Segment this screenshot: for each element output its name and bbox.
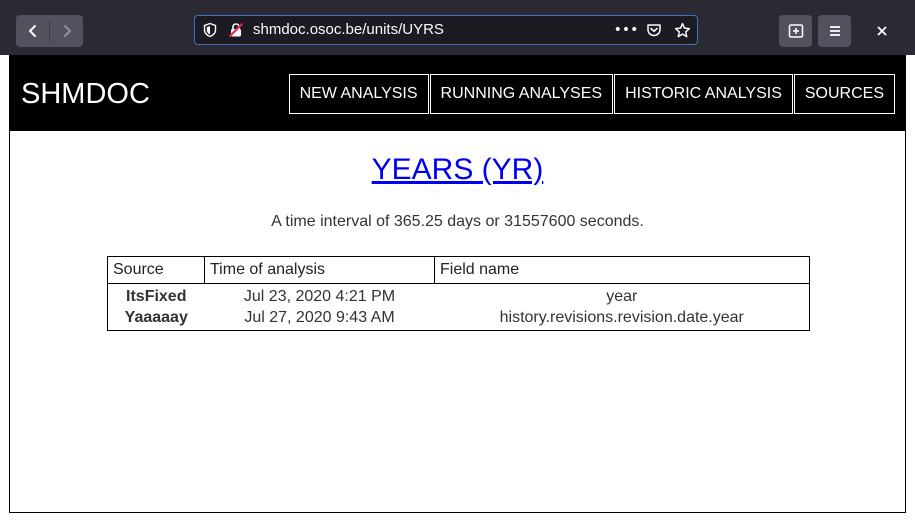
site-nav: NEW ANALYSIS RUNNING ANALYSES HISTORIC A… [288, 74, 895, 114]
field-cell: history.revisions.revision.date.year [499, 308, 744, 326]
page-viewport: SHMDOC NEW ANALYSIS RUNNING ANALYSES HIS… [9, 55, 906, 513]
new-tab-button[interactable] [779, 15, 812, 47]
back-arrow-icon [28, 25, 36, 37]
forward-arrow-icon [63, 25, 71, 37]
browser-toolbar: shmdoc.osoc.be/units/UYRS ••• [0, 0, 915, 55]
menu-button[interactable] [818, 15, 851, 47]
nav-historic-analysis[interactable]: HISTORIC ANALYSIS [614, 74, 793, 114]
address-bar[interactable]: shmdoc.osoc.be/units/UYRS ••• [194, 15, 698, 45]
column-header-field: Field name [434, 256, 810, 284]
url-actions: ••• [614, 20, 693, 40]
nav-new-analysis[interactable]: NEW ANALYSIS [288, 74, 429, 114]
forward-button[interactable] [50, 15, 83, 47]
table-header-row: Source Time of analysis Field name [107, 256, 810, 284]
new-tab-icon [788, 24, 803, 38]
tracking-shield-icon[interactable] [202, 22, 218, 38]
time-cell: Jul 23, 2020 4:21 PM [243, 287, 396, 305]
close-window-button[interactable] [868, 15, 896, 47]
nav-running-analyses[interactable]: RUNNING ANALYSES [429, 74, 614, 114]
page-title: YEARS (YR) [10, 153, 905, 187]
site-header: SHMDOC NEW ANALYSIS RUNNING ANALYSES HIS… [10, 55, 905, 131]
column-header-time: Time of analysis [204, 256, 435, 284]
insecure-lock-icon[interactable] [228, 22, 244, 38]
navigation-buttons [16, 15, 83, 47]
analysis-table: Source Time of analysis Field name ItsFi… [107, 256, 810, 331]
pocket-icon[interactable] [643, 20, 665, 40]
star-icon[interactable] [671, 20, 693, 40]
table-row: Yaaaaay Jul 27, 2020 9:43 AM history.rev… [108, 307, 810, 331]
close-icon [877, 26, 887, 36]
hamburger-menu-icon [829, 26, 840, 36]
site-brand[interactable]: SHMDOC [21, 55, 150, 133]
source-cell: ItsFixed [126, 287, 187, 305]
unit-description: A time interval of 365.25 days or 315576… [271, 213, 644, 230]
unit-title-link[interactable]: YEARS (YR) [372, 153, 544, 186]
column-header-source: Source [107, 256, 205, 284]
source-cell: Yaaaaay [124, 308, 188, 326]
field-cell: year [606, 287, 638, 305]
table-row: ItsFixed Jul 23, 2020 4:21 PM year [108, 284, 810, 308]
back-button[interactable] [16, 15, 49, 47]
page-actions-icon[interactable]: ••• [614, 20, 639, 40]
time-cell: Jul 27, 2020 9:43 AM [244, 308, 395, 326]
url-text[interactable]: shmdoc.osoc.be/units/UYRS [253, 16, 444, 44]
nav-sources[interactable]: SOURCES [793, 74, 895, 114]
